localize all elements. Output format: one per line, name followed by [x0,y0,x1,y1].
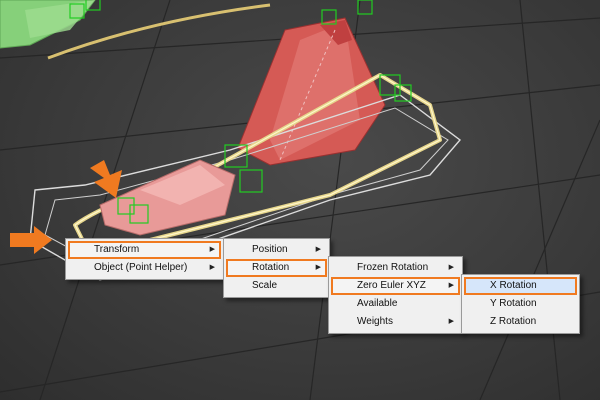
menu-item-label: Rotation [252,262,290,273]
menu-item-label: Available [357,298,398,309]
submenu-arrow-icon: ▶ [448,282,454,289]
submenu-arrow-icon: ▶ [448,264,454,271]
submenu-arrow-icon: ▶ [315,264,321,271]
menu-item-label: Z Rotation [490,316,537,327]
menu-item-rotation[interactable]: Rotation ▶ [226,259,327,277]
menu-item-available[interactable]: Available [331,295,460,313]
menu-item-y-rotation[interactable]: Y Rotation [464,295,577,313]
context-menu-level1: Transform ▶ Object (Point Helper) ▶ [65,238,224,280]
menu-item-label: Zero Euler XYZ [357,280,426,291]
submenu-arrow-icon: ▶ [209,246,215,253]
submenu-rotation: Frozen Rotation ▶ Zero Euler XYZ ▶ Available… [328,256,463,334]
menu-item-label: Object (Point Helper) [94,262,188,273]
menu-item-label: Transform [94,244,140,255]
menu-item-scale[interactable]: Scale [226,277,327,295]
menu-item-label: X Rotation [490,280,537,291]
submenu-zero-euler-xyz: X Rotation Y Rotation Z Rotation [461,274,580,334]
menu-item-frozen-rotation[interactable]: Frozen Rotation ▶ [331,259,460,277]
menu-item-position[interactable]: Position ▶ [226,241,327,259]
menu-item-object-point-helper[interactable]: Object (Point Helper) ▶ [68,259,221,277]
menu-item-transform[interactable]: Transform ▶ [68,241,221,259]
viewport-3d[interactable]: Transform ▶ Object (Point Helper) ▶ Positio… [0,0,600,400]
menu-item-label: Frozen Rotation [357,262,429,273]
green-object[interactable] [0,0,101,49]
menu-item-label: Y Rotation [490,298,537,309]
menu-item-label: Position [252,244,288,255]
menu-item-label: Scale [252,280,278,291]
submenu-arrow-icon: ▶ [315,246,321,253]
submenu-arrow-icon: ▶ [448,318,454,325]
menu-item-z-rotation[interactable]: Z Rotation [464,313,577,331]
menu-item-zero-euler-xyz[interactable]: Zero Euler XYZ ▶ [331,277,460,295]
menu-item-x-rotation[interactable]: X Rotation [464,277,577,295]
scene-canvas[interactable] [0,0,600,400]
submenu-transform: Position ▶ Rotation ▶ Scale [223,238,330,298]
menu-item-weights[interactable]: Weights ▶ [331,313,460,331]
submenu-arrow-icon: ▶ [209,264,215,271]
orange-arrow-icon [90,160,122,198]
menu-item-label: Weights [357,316,393,327]
